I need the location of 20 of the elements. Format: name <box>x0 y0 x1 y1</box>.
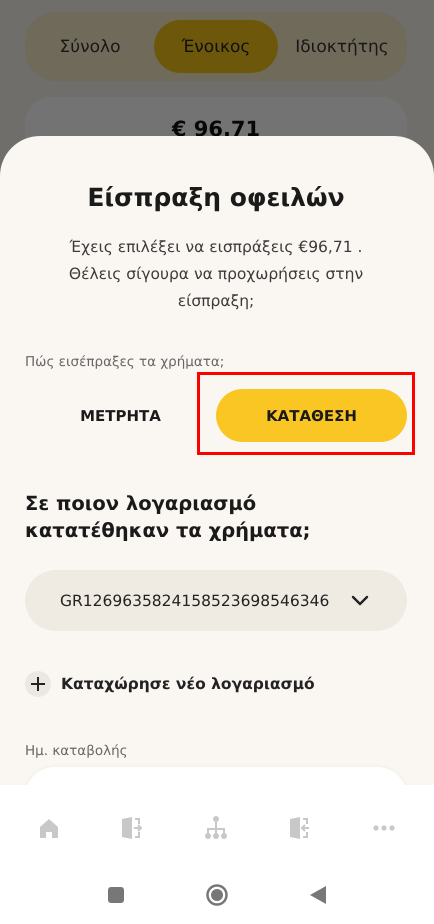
hierarchy-icon[interactable] <box>204 816 227 840</box>
payment-option[interactable]: ΚΑΤΑΘΕΣΗ <box>216 389 407 442</box>
dialog-title: Είσπραξη οφειλών <box>86 182 346 214</box>
account-dropdown[interactable]: GR1269635824158523698546346 <box>25 570 407 631</box>
recents-icon[interactable] <box>108 887 124 903</box>
account-heading: Σε ποιον λογαριασμό κατατέθηκαν τα χρήματα; <box>25 491 312 544</box>
chevron-down-icon <box>351 595 369 606</box>
account-number: GR1269635824158523698546346 <box>60 592 330 610</box>
more-icon[interactable] <box>373 824 396 830</box>
amount-text: € 96.71 <box>172 117 260 143</box>
home-button-icon[interactable] <box>206 884 228 906</box>
door-exit-icon[interactable] <box>120 816 144 840</box>
home-icon[interactable] <box>38 818 59 838</box>
confirmation-message: Έχεις επιλέξει να εισπράξεις €96,71 . Θέλεις σίγουρα να προχωρήσεις στην είσπραξη; <box>68 237 364 312</box>
payment-method-label: Πώς εισέπραξες τα χρήματα; <box>25 353 226 371</box>
back-icon[interactable] <box>310 886 326 904</box>
payment-date-label: Ημ. καταβολής <box>25 743 129 759</box>
plus-icon <box>25 671 51 697</box>
payment-option[interactable]: ΜΕΤΡΗΤΑ <box>25 389 216 442</box>
add-account-link[interactable]: Καταχώρησε νέο λογαριασμό <box>25 671 315 697</box>
